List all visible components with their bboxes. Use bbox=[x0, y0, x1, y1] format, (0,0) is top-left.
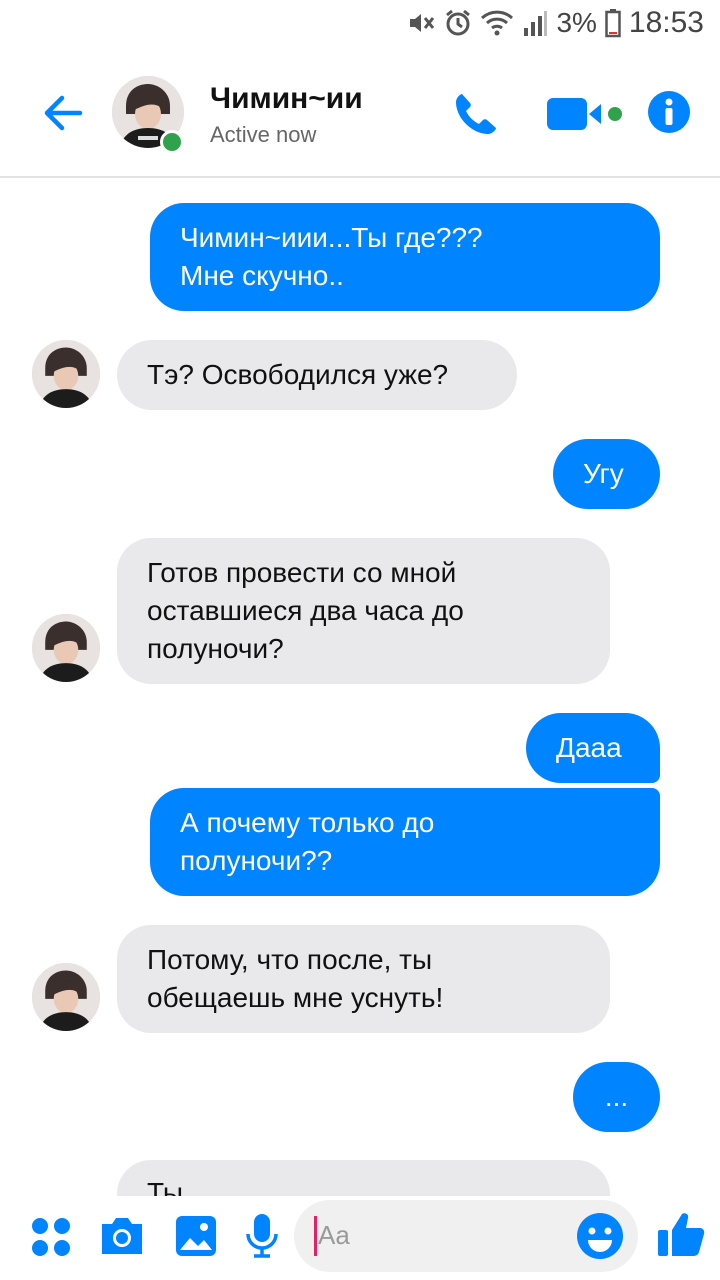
message-line: Дааа bbox=[556, 732, 622, 763]
wifi-icon bbox=[481, 10, 514, 36]
message-line: А почему только до bbox=[180, 807, 435, 838]
message-line: Ты bbox=[147, 1177, 183, 1196]
message-line: Тэ? Освободился уже? bbox=[147, 359, 449, 390]
message-bubble-outgoing[interactable]: А почему только до полуночи?? bbox=[150, 788, 660, 896]
message-bubble-outgoing[interactable]: ... bbox=[573, 1062, 660, 1132]
message-bubble-outgoing[interactable]: Угу bbox=[553, 439, 660, 509]
message-line: Потому, что после, ты bbox=[147, 944, 433, 975]
sender-avatar[interactable] bbox=[32, 963, 100, 1031]
conversation-header: Чимин~ии Active now bbox=[0, 52, 720, 178]
composer-bar: Aa bbox=[0, 1196, 720, 1280]
message-input-placeholder: Aa bbox=[318, 1220, 350, 1250]
message-bubble-incoming[interactable]: Потому, что после, ты обещаешь мне уснут… bbox=[117, 925, 610, 1033]
message-input[interactable]: Aa bbox=[294, 1200, 638, 1272]
message-line: оставшиеся два часа до bbox=[147, 595, 464, 626]
like-icon[interactable] bbox=[656, 1210, 706, 1260]
message-line: обещаешь мне уснуть! bbox=[147, 982, 444, 1013]
message-bubble-incoming[interactable]: Тэ? Освободился уже? bbox=[117, 340, 517, 410]
message-line: полуночи?? bbox=[180, 845, 333, 876]
message-bubble-incoming[interactable]: Готов провести со мной оставшиеся два ча… bbox=[117, 538, 610, 684]
message-bubble-incoming[interactable]: Ты bbox=[117, 1160, 610, 1196]
message-bubble-outgoing[interactable]: Дааа bbox=[526, 713, 660, 783]
online-indicator bbox=[160, 130, 184, 154]
contact-status: Active now bbox=[210, 122, 317, 147]
mute-icon bbox=[410, 14, 435, 32]
image-icon[interactable] bbox=[174, 1214, 218, 1258]
emoji-icon[interactable] bbox=[576, 1212, 624, 1260]
clock: 18:53 bbox=[628, 6, 704, 39]
contact-name[interactable]: Чимин~ии bbox=[210, 82, 363, 116]
video-camera-icon[interactable] bbox=[545, 94, 627, 134]
status-icons: 3% 18:53 bbox=[406, 6, 704, 40]
message-line: Угу bbox=[583, 458, 624, 489]
battery-icon bbox=[605, 9, 621, 38]
phone-icon[interactable] bbox=[452, 90, 500, 138]
message-line: Мне скучно.. bbox=[180, 260, 344, 291]
apps-icon[interactable] bbox=[30, 1216, 72, 1258]
alarm-icon bbox=[446, 9, 471, 36]
message-line: Чимин~иии...Ты где??? bbox=[180, 222, 483, 253]
message-bubble-outgoing[interactable]: Чимин~иии...Ты где??? Мне скучно.. bbox=[150, 203, 660, 311]
battery-percent: 3% bbox=[556, 7, 597, 38]
text-cursor bbox=[314, 1216, 317, 1256]
camera-icon[interactable] bbox=[98, 1214, 146, 1258]
microphone-icon[interactable] bbox=[244, 1212, 280, 1260]
message-line: Готов провести со мной bbox=[147, 557, 457, 588]
info-icon[interactable] bbox=[647, 90, 691, 134]
status-bar: 3% 18:53 bbox=[0, 0, 720, 52]
back-arrow-icon[interactable] bbox=[38, 88, 88, 138]
message-line: полуночи? bbox=[147, 633, 284, 664]
message-line: ... bbox=[604, 1081, 629, 1112]
sender-avatar[interactable] bbox=[32, 614, 100, 682]
signal-icon bbox=[524, 11, 548, 36]
sender-avatar[interactable] bbox=[32, 340, 100, 408]
